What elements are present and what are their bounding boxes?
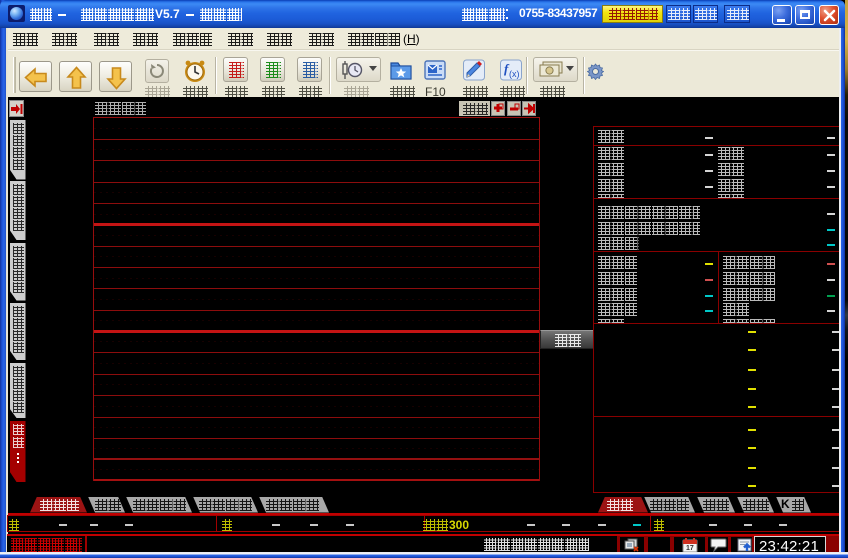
svg-text:(x): (x) xyxy=(509,69,520,79)
svg-text:17: 17 xyxy=(686,545,694,552)
